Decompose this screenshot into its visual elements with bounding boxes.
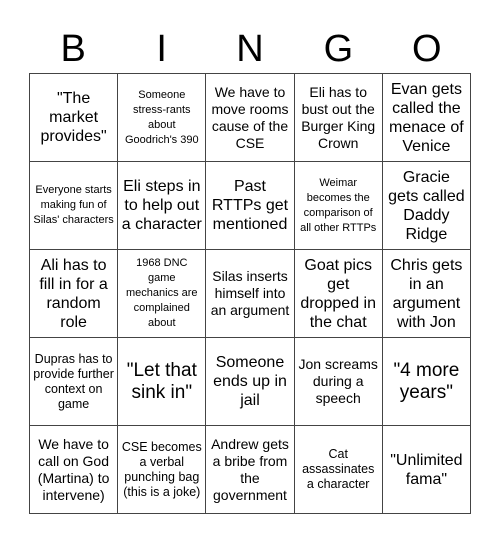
cell-text: Goat pics get dropped in the chat [300,256,376,331]
bingo-cell[interactable]: Past RTTPs get mentioned [206,162,295,250]
bingo-cell[interactable]: "The market provides" [30,74,119,162]
cell-text: Andrew gets a bribe from the government [211,435,289,503]
cell-text: Everyone starts making fun of Silas' cha… [33,184,114,226]
bingo-cell[interactable]: Evan gets called the menace of Venice [382,74,471,162]
cell-text: Silas inserts himself into an argument [210,268,290,318]
header-letter-g: G [323,28,354,70]
cell-text: Evan gets called the menace of Venice [389,80,464,155]
bingo-cell[interactable]: "4 more years" [382,338,471,426]
bingo-cell[interactable]: Gracie gets called Daddy Ridge [382,162,471,250]
header-letter-o: O [412,28,442,70]
bingo-cell[interactable]: Jon screams during a speech [294,338,383,426]
cell-text: "The market provides" [40,90,107,145]
cell-text: Gracie gets called Daddy Ridge [388,168,465,243]
cell-text: Past RTTPs get mentioned [211,178,289,233]
bingo-cell[interactable]: Someone stress-rants about Goodrich's 39… [118,74,207,162]
cell-text: Dupras has to provide further context on… [33,351,114,411]
bingo-cell[interactable]: "Unlimited fama" [382,426,471,514]
bingo-cell[interactable]: Dupras has to provide further context on… [30,338,119,426]
cell-text: Weimar becomes the comparison of all oth… [300,176,377,234]
bingo-cell[interactable]: CSE becomes a verbal punching bag (this … [118,426,207,514]
bingo-cell[interactable]: Goat pics get dropped in the chat [294,250,383,338]
cell-text: "Let that sink in" [126,359,197,403]
bingo-cell[interactable]: Silas inserts himself into an argument [206,250,295,338]
cell-text: We have to call on God (Martina) to inte… [37,435,110,503]
bingo-cell[interactable]: Eli has to bust out the Burger King Crow… [294,74,383,162]
cell-text: "4 more years" [393,359,460,403]
bingo-cell[interactable]: Weimar becomes the comparison of all oth… [294,162,383,250]
cell-text: CSE becomes a verbal punching bag (this … [121,439,202,499]
bingo-cell[interactable]: Eli steps in to help out a character [118,162,207,250]
cell-text: Eli steps in to help out a character [121,178,202,233]
bingo-cell[interactable]: Ali has to fill in for a random role [30,250,119,338]
bingo-cell[interactable]: Everyone starts making fun of Silas' cha… [30,162,119,250]
header-letter-n: N [236,28,264,70]
cell-text: 1968 DNC game mechanics are complained a… [126,257,198,329]
bingo-cell[interactable]: We have to move rooms cause of the CSE [206,74,295,162]
cell-text: Someone stress-rants about Goodrich's 39… [124,88,199,146]
cell-text: Cat assassinates a character [302,447,375,491]
header-letter-b: B [60,28,86,70]
bingo-header: B I N G O [29,26,471,73]
cell-text: Jon screams during a speech [298,356,378,406]
cell-text: Someone ends up in jail [213,354,287,409]
bingo-cell[interactable]: We have to call on God (Martina) to inte… [30,426,119,514]
cell-text: Chris gets in an argument with Jon [390,256,463,331]
header-letter-i: I [156,28,167,70]
bingo-cell[interactable]: "Let that sink in" [118,338,207,426]
bingo-cell[interactable]: Chris gets in an argument with Jon [382,250,471,338]
bingo-cell[interactable]: Andrew gets a bribe from the government [206,426,295,514]
bingo-cell[interactable]: Cat assassinates a character [294,426,383,514]
bingo-board: "The market provides" Someone stress-ran… [29,73,471,514]
bingo-cell[interactable]: Someone ends up in jail [206,338,295,426]
cell-text: Ali has to fill in for a random role [39,256,108,331]
cell-text: Eli has to bust out the Burger King Crow… [301,83,376,151]
cell-text: We have to move rooms cause of the CSE [211,83,289,151]
cell-text: "Unlimited fama" [390,451,463,488]
bingo-cell[interactable]: 1968 DNC game mechanics are complained a… [118,250,207,338]
